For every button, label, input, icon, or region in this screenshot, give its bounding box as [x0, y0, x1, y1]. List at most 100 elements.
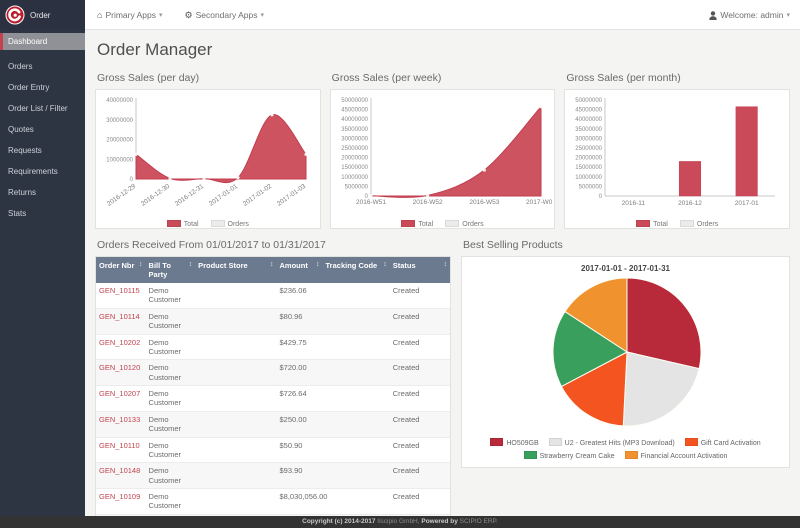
cell-bill-to: Demo Customer — [146, 437, 196, 463]
table-row: GEN_10114Demo Customer$80.96Created — [96, 308, 450, 334]
cell-status: Created — [390, 308, 450, 334]
gross-sales-per-month-chart: 0500000010000000150000002000000025000000… — [567, 93, 787, 211]
svg-text:15000000: 15000000 — [576, 165, 603, 171]
sidebar-item-orders[interactable]: Orders — [0, 58, 85, 75]
svg-text:2017-01-03: 2017-01-03 — [276, 183, 308, 208]
user-menu[interactable]: Welcome: admin ▾ — [709, 0, 790, 30]
order-number-link[interactable]: GEN_10115 — [99, 286, 140, 295]
legend-swatch — [549, 438, 562, 446]
sidebar-item-order-list-filter[interactable]: Order List / Filter — [0, 100, 85, 117]
svg-text:2017-01: 2017-01 — [735, 200, 759, 207]
table-row: GEN_10148Demo Customer$93.90Created — [96, 463, 450, 489]
svg-text:45000000: 45000000 — [576, 108, 603, 114]
best-selling-title: Best Selling Products — [463, 239, 790, 251]
svg-text:2017-01-01: 2017-01-01 — [208, 183, 240, 208]
order-number-link[interactable]: GEN_10109 — [99, 492, 140, 501]
page-title: Order Manager — [97, 40, 790, 60]
chart-title-per-day: Gross Sales (per day) — [97, 72, 321, 84]
chart-legend: TotalOrders — [98, 216, 318, 232]
order-number-link[interactable]: GEN_10133 — [99, 415, 140, 424]
column-header-order-nbr[interactable]: ↕Order Nbr — [96, 257, 146, 283]
table-row: GEN_10202Demo Customer$429.75Created — [96, 334, 450, 360]
gear-icon: ⚙ — [185, 10, 193, 21]
cell-product-store — [195, 463, 276, 489]
order-number-link[interactable]: GEN_10207 — [99, 389, 140, 398]
column-header-status[interactable]: ↕Status — [390, 257, 450, 283]
nav-secondary-apps-label: Secondary Apps — [196, 10, 258, 20]
table-row: GEN_10120Demo Customer$720.00Created — [96, 360, 450, 386]
sort-icon[interactable]: ↕ — [383, 261, 387, 268]
svg-text:2017-01-02: 2017-01-02 — [242, 183, 274, 208]
svg-text:10000000: 10000000 — [106, 157, 133, 163]
sort-icon[interactable]: ↕ — [444, 261, 448, 268]
cell-product-store — [195, 437, 276, 463]
order-number-link[interactable]: GEN_10202 — [99, 338, 140, 347]
order-number-link[interactable]: GEN_10114 — [99, 312, 140, 321]
nav-primary-apps[interactable]: ⌂ Primary Apps ▾ — [97, 10, 163, 20]
sidebar-item-dashboard[interactable]: Dashboard — [0, 33, 85, 50]
sort-icon[interactable]: ↕ — [139, 261, 143, 268]
svg-text:30000000: 30000000 — [106, 118, 133, 124]
cell-tracking-code — [323, 437, 390, 463]
column-header-product-store[interactable]: ↕Product Store — [195, 257, 276, 283]
sort-icon[interactable]: ↕ — [270, 261, 274, 268]
legend-swatch — [167, 220, 181, 227]
svg-text:2016-W52: 2016-W52 — [412, 199, 442, 206]
svg-text:40000000: 40000000 — [341, 117, 368, 123]
order-number-link[interactable]: GEN_10148 — [99, 466, 140, 475]
cell-product-store — [195, 308, 276, 334]
brand-name: Order — [30, 11, 50, 20]
sidebar-item-requirements[interactable]: Requirements — [0, 163, 85, 180]
cell-bill-to: Demo Customer — [146, 283, 196, 308]
pie-date-range-title: 2017-01-01 - 2017-01-31 — [462, 264, 789, 273]
svg-text:2016-11: 2016-11 — [622, 200, 646, 207]
pie-legend-item-3: Strawberry Cream Cake — [524, 451, 615, 460]
legend-swatch — [401, 220, 415, 227]
cell-tracking-code — [323, 489, 390, 515]
cell-tracking-code — [323, 463, 390, 489]
orders-table: ↕Order Nbr↕Bill To Party↕Product Store↕A… — [96, 257, 450, 516]
sidebar-item-requests[interactable]: Requests — [0, 142, 85, 159]
chart-block-per-month: Gross Sales (per month) 0500000010000000… — [564, 72, 790, 229]
legend-item-total: Total — [636, 220, 668, 228]
svg-text:0: 0 — [599, 194, 603, 200]
chart-title-per-week: Gross Sales (per week) — [332, 72, 556, 84]
nav-secondary-apps[interactable]: ⚙ Secondary Apps ▾ — [185, 10, 265, 21]
main-content: Order Manager Gross Sales (per day) 0 100… — [85, 30, 800, 516]
svg-text:20000000: 20000000 — [106, 138, 133, 144]
column-header-amount[interactable]: ↕Amount — [277, 257, 323, 283]
sort-icon[interactable]: ↕ — [316, 261, 320, 268]
pie-legend-item-4: Financial Account Activation — [625, 451, 728, 460]
cell-bill-to: Demo Customer — [146, 360, 196, 386]
pie-legend-item-1: U2 - Greatest Hits (MP3 Download) — [549, 438, 675, 447]
order-number-link[interactable]: GEN_10120 — [99, 363, 140, 372]
footer-product: SCIPIO ERP. — [460, 518, 498, 525]
sidebar-item-quotes[interactable]: Quotes — [0, 121, 85, 138]
cell-amount: $236.06 — [277, 283, 323, 308]
svg-text:10000000: 10000000 — [576, 175, 603, 181]
footer-powered-by: Powered by — [421, 518, 457, 525]
sidebar-item-order-entry[interactable]: Order Entry — [0, 79, 85, 96]
legend-item-total: Total — [167, 220, 199, 228]
app-logo-block[interactable]: Order — [0, 0, 85, 30]
svg-text:5000000: 5000000 — [344, 184, 368, 190]
cell-tracking-code — [323, 386, 390, 412]
cell-product-store — [195, 411, 276, 437]
cell-amount: $80.96 — [277, 308, 323, 334]
legend-item-orders: Orders — [445, 220, 483, 228]
sidebar-item-returns[interactable]: Returns — [0, 184, 85, 201]
user-icon — [709, 11, 717, 20]
svg-text:30000000: 30000000 — [576, 136, 603, 142]
column-header-bill-to-party[interactable]: ↕Bill To Party — [146, 257, 196, 283]
svg-text:40000000: 40000000 — [576, 117, 603, 123]
sidebar-item-stats[interactable]: Stats — [0, 205, 85, 222]
top-navbar: Order ⌂ Primary Apps ▾ ⚙ Secondary Apps … — [0, 0, 800, 30]
order-number-link[interactable]: GEN_10110 — [99, 441, 140, 450]
table-row: GEN_10109Demo Customer$8,030,056.00Creat… — [96, 489, 450, 515]
cell-status: Created — [390, 283, 450, 308]
sort-icon[interactable]: ↕ — [189, 261, 193, 268]
table-row: GEN_10207Demo Customer$726.64Created — [96, 386, 450, 412]
bottom-row: Orders Received From 01/01/2017 to 01/31… — [95, 239, 790, 516]
chart-legend: TotalOrders — [567, 216, 787, 232]
column-header-tracking-code[interactable]: ↕Tracking Code — [323, 257, 390, 283]
